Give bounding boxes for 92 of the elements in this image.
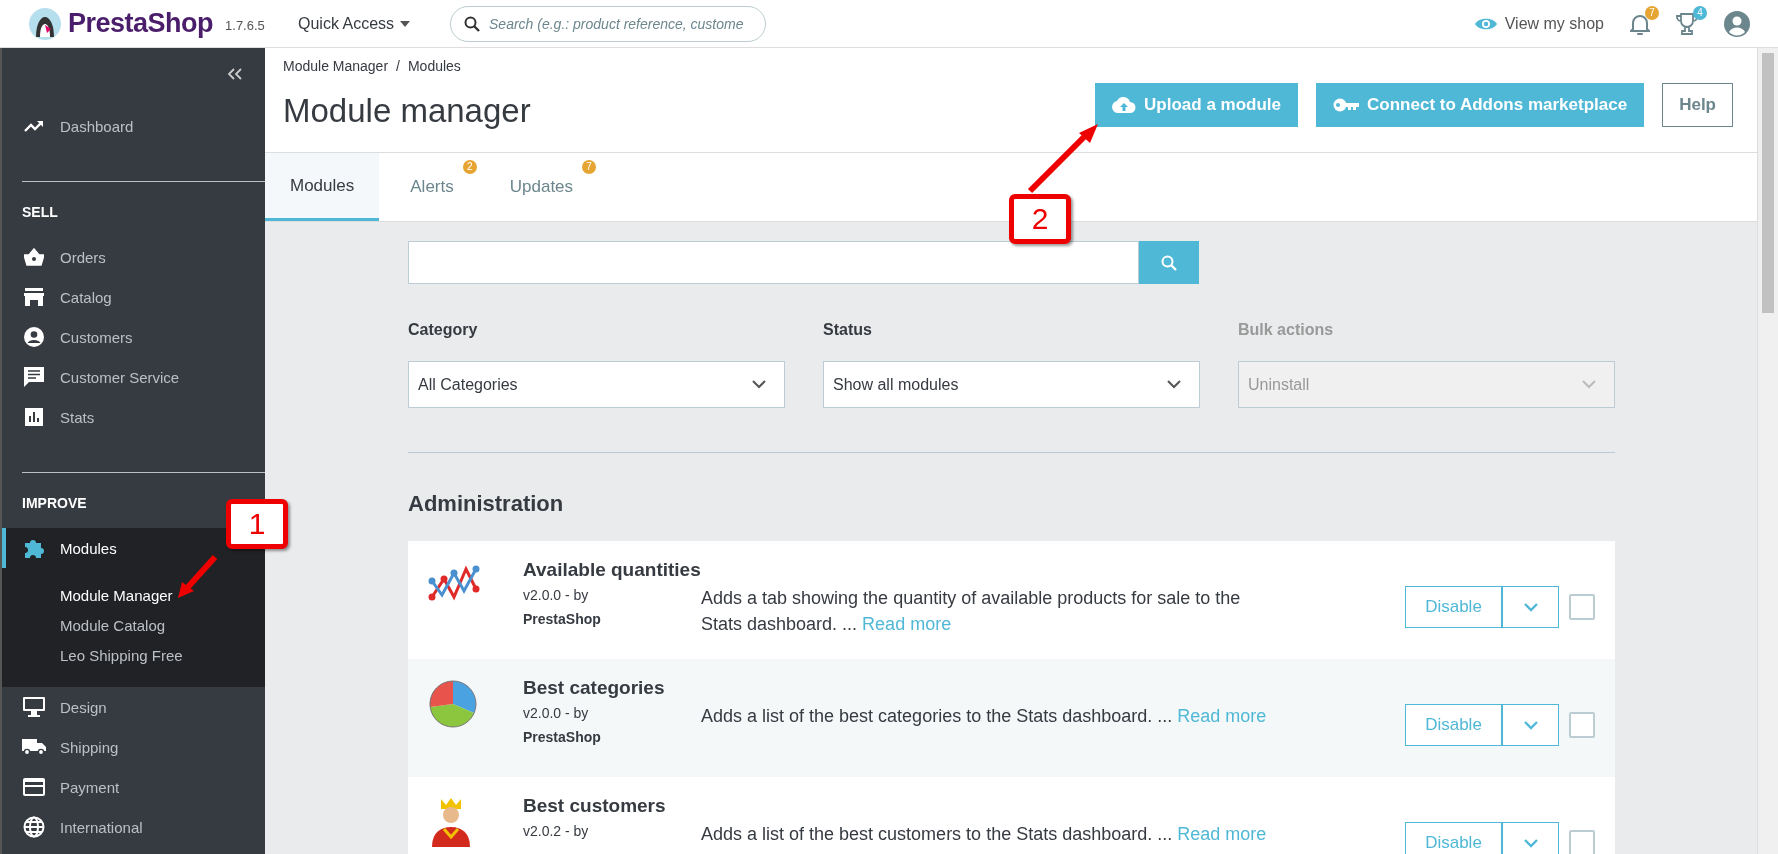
- truck-icon: [22, 738, 46, 756]
- sidebar-item[interactable]: Orders: [2, 237, 265, 277]
- sidebar-item[interactable]: Stats: [2, 397, 265, 437]
- user-icon: [24, 327, 44, 347]
- dropdown-button[interactable]: [1502, 822, 1559, 854]
- breadcrumb-link[interactable]: Modules: [407, 58, 461, 74]
- sidebar-subitem[interactable]: Module Manager: [60, 581, 173, 611]
- tab-badge: 7: [582, 160, 597, 174]
- tab[interactable]: Alerts 2: [385, 153, 479, 221]
- key-icon: [1333, 98, 1360, 112]
- filter-label: Category: [408, 321, 479, 339]
- module-description: Adds a list of the best customers to the Stats dashboard. ... Read more: [701, 823, 1268, 846]
- step-number: 2: [1009, 194, 1071, 244]
- notification-badge: 7: [1645, 5, 1659, 20]
- module-version: v2.0.0 - by: [523, 705, 590, 721]
- chevron-down-icon: [1523, 720, 1538, 730]
- search-button[interactable]: [1139, 241, 1199, 284]
- bar-chart-icon: [25, 408, 43, 426]
- module-description: Adds a list of the best categories to the Stats dashboard. ... Read more: [701, 705, 1268, 728]
- tab-badge: 2: [462, 160, 477, 174]
- scrollbar[interactable]: [1757, 48, 1778, 854]
- sidebar-item[interactable]: Customers: [2, 317, 265, 357]
- trend-icon: [24, 119, 44, 133]
- sidebar-item[interactable]: Customer Service: [2, 357, 265, 397]
- step-number: 1: [226, 499, 288, 549]
- module-description: Adds a tab showing the quantity of available products for sale to the Stats dashboard. ... Read more: [701, 587, 1242, 636]
- store-icon: [24, 288, 44, 306]
- version-number: 1.7.6.5: [225, 18, 265, 33]
- sidebar-section-title: SELL: [22, 204, 58, 220]
- brand-name[interactable]: PrestaShop: [68, 8, 214, 39]
- dropdown-button[interactable]: [1502, 704, 1559, 746]
- filter-select[interactable]: All Categories: [408, 361, 785, 408]
- chevron-down-icon: [1167, 380, 1181, 389]
- tab[interactable]: Updates 7: [484, 153, 599, 221]
- module-version: v2.0.2 - by: [523, 823, 590, 839]
- sidebar-subitem[interactable]: Module Catalog: [60, 611, 166, 641]
- module-author: PrestaShop: [523, 729, 602, 745]
- chevron-down-icon: [1523, 602, 1538, 612]
- filter-select[interactable]: Show all modules: [823, 361, 1200, 408]
- sidebar-item[interactable]: Payment: [2, 767, 265, 807]
- penguin-logo-icon: [28, 6, 62, 41]
- filter-label: Status: [823, 321, 873, 339]
- module-author: PrestaShop: [523, 611, 602, 627]
- sidebar-item[interactable]: Modules: [2, 528, 125, 568]
- chevron-down-icon: [752, 380, 766, 389]
- sidebar-item[interactable]: International: [2, 807, 265, 847]
- user-avatar-icon[interactable]: [1724, 10, 1750, 37]
- monitor-icon: [23, 697, 45, 717]
- search-field[interactable]: Search (e.g.: product reference, custome: [450, 5, 767, 42]
- chevron-down-icon: [1523, 838, 1538, 848]
- view-my-shop-link[interactable]: View my shop: [1474, 14, 1604, 33]
- page-title: Module manager: [283, 92, 531, 130]
- module-name: Available quantities: [523, 559, 701, 581]
- module-checkbox[interactable]: [1569, 830, 1595, 854]
- credit-card-icon: [23, 778, 45, 796]
- chat-icon: [24, 367, 44, 387]
- header-button[interactable]: Help: [1662, 83, 1733, 127]
- pie-chart-icon: [428, 679, 478, 729]
- tab[interactable]: Modules: [265, 153, 380, 221]
- sidebar-item[interactable]: Shipping: [2, 727, 265, 767]
- trophy-icon[interactable]: [1676, 12, 1698, 35]
- globe-icon: [23, 816, 45, 838]
- module-name: Best categories: [523, 677, 666, 699]
- collapse-icon[interactable]: [227, 68, 243, 80]
- search-icon: [1161, 254, 1177, 271]
- puzzle-icon: [23, 537, 45, 559]
- cloud-upload-icon: [1112, 97, 1137, 113]
- caret-icon: [400, 20, 411, 27]
- basket-icon: [24, 248, 44, 266]
- sidebar-item[interactable]: Design: [2, 687, 265, 727]
- module-name: Best customers: [523, 795, 667, 817]
- trophy-badge: 4: [1693, 5, 1707, 20]
- module-search-field[interactable]: [408, 241, 1139, 284]
- breadcrumb-link[interactable]: Module Manager: [283, 58, 389, 74]
- search-icon: [464, 15, 481, 32]
- callout-arrow: [178, 554, 218, 598]
- section-heading: Administration: [408, 491, 565, 517]
- bell-icon[interactable]: [1630, 12, 1650, 35]
- sidebar-section-title: IMPROVE: [22, 495, 87, 511]
- module-version: v2.0.0 - by: [523, 587, 590, 603]
- filter-label: Bulk actions: [1238, 321, 1335, 339]
- chevron-down-icon: [1582, 380, 1596, 389]
- sidebar-item[interactable]: Catalog: [2, 277, 265, 317]
- breadcrumb-separator: /: [396, 58, 400, 74]
- dropdown-button[interactable]: [1502, 586, 1559, 628]
- sidebar-item[interactable]: Dashboard: [2, 106, 265, 146]
- module-checkbox[interactable]: [1569, 594, 1595, 620]
- callout-arrow: [1026, 124, 1098, 194]
- quick-access-menu[interactable]: Quick Access: [288, 14, 421, 33]
- eye-icon: [1474, 16, 1497, 31]
- sidebar-subitem[interactable]: Leo Shipping Free: [60, 641, 183, 671]
- module-checkbox[interactable]: [1569, 712, 1595, 738]
